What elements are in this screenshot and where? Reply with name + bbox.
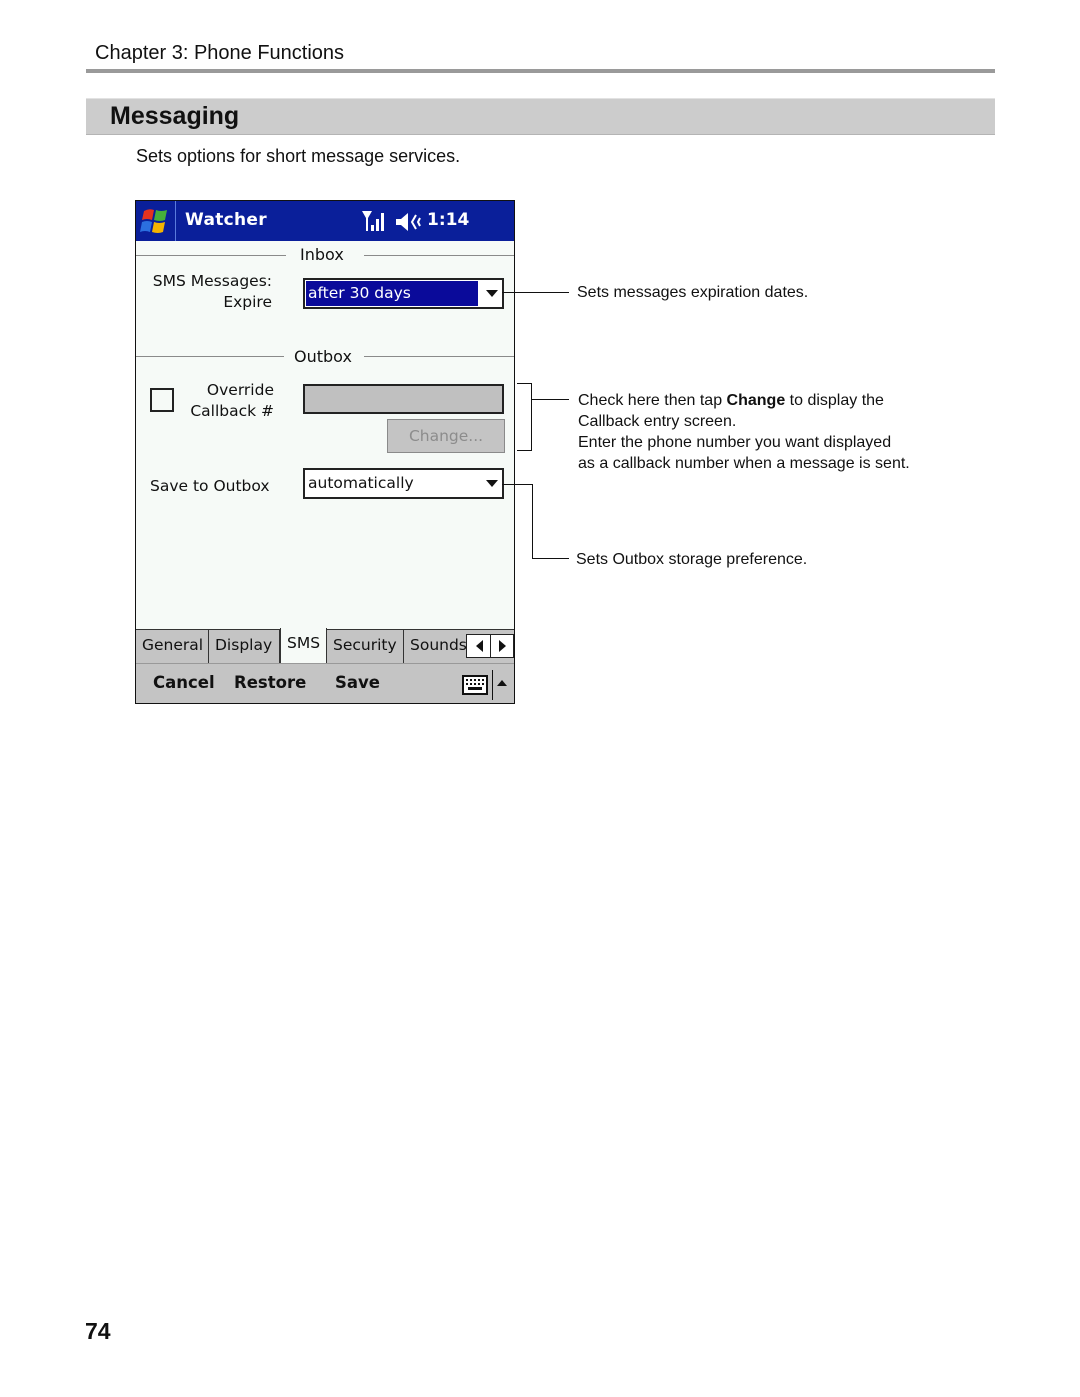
tab-sounds[interactable]: Sounds: [404, 630, 466, 663]
callout-line-outbox-h1: [502, 484, 533, 485]
scroll-right-icon[interactable]: [499, 640, 506, 652]
tab-scroll-buttons: [466, 634, 514, 658]
chevron-down-icon: [486, 480, 498, 487]
callout-outbox: Sets Outbox storage preference.: [576, 551, 808, 568]
callout-callback-line4: as a callback number when a message is s…: [578, 455, 910, 472]
cancel-button[interactable]: Cancel: [153, 673, 215, 692]
callout-line-outbox-h2: [532, 558, 569, 559]
sms-messages-label: SMS Messages: Expire: [146, 271, 272, 313]
title-bar: Watcher 1:14: [136, 201, 514, 241]
tab-sms[interactable]: SMS: [280, 628, 327, 663]
callback-number-field[interactable]: [303, 384, 504, 414]
device-screen: Watcher 1:14 Inbox SMS Messages: Expire …: [135, 200, 515, 704]
callout-bracket-callback-bottom: [517, 450, 531, 451]
section-intro: Sets options for short message services.: [136, 146, 461, 166]
menu-bar: Cancel Restore Save: [136, 663, 514, 703]
clock[interactable]: 1:14: [427, 210, 469, 230]
callout-line-outbox-v: [532, 484, 533, 559]
callout-callback-pre: Check here then tap: [578, 392, 727, 409]
callout-callback-line3: Enter the phone number you want displaye…: [578, 434, 892, 451]
section-bar: Messaging: [86, 98, 995, 135]
callout-line-expire: [502, 292, 569, 293]
inbox-divider-right: [364, 255, 514, 256]
scroll-left-icon[interactable]: [476, 640, 483, 652]
save-button[interactable]: Save: [335, 673, 380, 692]
tab-strip: General Display SMS Security Sounds: [136, 628, 514, 663]
outbox-divider-right: [364, 356, 514, 357]
speaker-icon[interactable]: [396, 212, 422, 232]
override-label-line1: Override: [206, 381, 274, 399]
sms-messages-label-line2: Expire: [223, 293, 272, 311]
expire-dropdown[interactable]: after 30 days: [303, 278, 504, 309]
start-button[interactable]: [136, 201, 176, 241]
sip-separator: [492, 670, 493, 700]
save-to-outbox-value: automatically: [308, 474, 414, 492]
override-callback-label: Override Callback #: [176, 380, 274, 422]
inbox-group-label: Inbox: [294, 245, 350, 264]
section-title: Messaging: [110, 102, 240, 130]
sms-messages-label-line1: SMS Messages:: [152, 272, 272, 290]
tab-scroll-separator: [490, 635, 491, 657]
page-number: 74: [85, 1318, 111, 1344]
callout-callback-post: to display the: [785, 392, 884, 409]
expire-dropdown-value: after 30 days: [306, 281, 478, 306]
callout-callback-line1: Check here then tap Change to display th…: [578, 390, 910, 411]
restore-button[interactable]: Restore: [234, 673, 306, 692]
outbox-group-label: Outbox: [288, 347, 358, 366]
callout-expire: Sets messages expiration dates.: [577, 284, 809, 301]
callout-bracket-callback-vert: [531, 383, 532, 451]
callout-line-callback: [531, 399, 569, 400]
keyboard-icon[interactable]: [462, 675, 488, 695]
override-label-line2: Callback #: [190, 402, 274, 420]
signal-icon[interactable]: [362, 211, 388, 233]
chevron-down-icon: [486, 290, 498, 297]
callout-callback-bold: Change: [726, 392, 786, 409]
inbox-divider-left: [136, 255, 286, 256]
windows-start-icon: [140, 209, 167, 233]
callout-bracket-callback-top: [517, 383, 531, 384]
change-button[interactable]: Change...: [387, 419, 505, 453]
tab-security[interactable]: Security: [327, 630, 404, 663]
tab-general[interactable]: General: [136, 630, 209, 663]
app-title: Watcher: [185, 210, 267, 230]
tab-display[interactable]: Display: [209, 630, 280, 663]
callout-callback-line2: Callback entry screen.: [578, 413, 737, 430]
chapter-heading: Chapter 3: Phone Functions: [95, 42, 345, 64]
save-to-outbox-label: Save to Outbox: [150, 477, 270, 495]
save-to-outbox-dropdown[interactable]: automatically: [303, 468, 504, 499]
override-callback-checkbox[interactable]: [150, 388, 174, 412]
callout-callback: Check here then tap Change to display th…: [578, 390, 910, 474]
chapter-rule: [86, 69, 995, 73]
outbox-divider-left: [136, 356, 284, 357]
sip-up-arrow-icon[interactable]: [497, 680, 507, 686]
